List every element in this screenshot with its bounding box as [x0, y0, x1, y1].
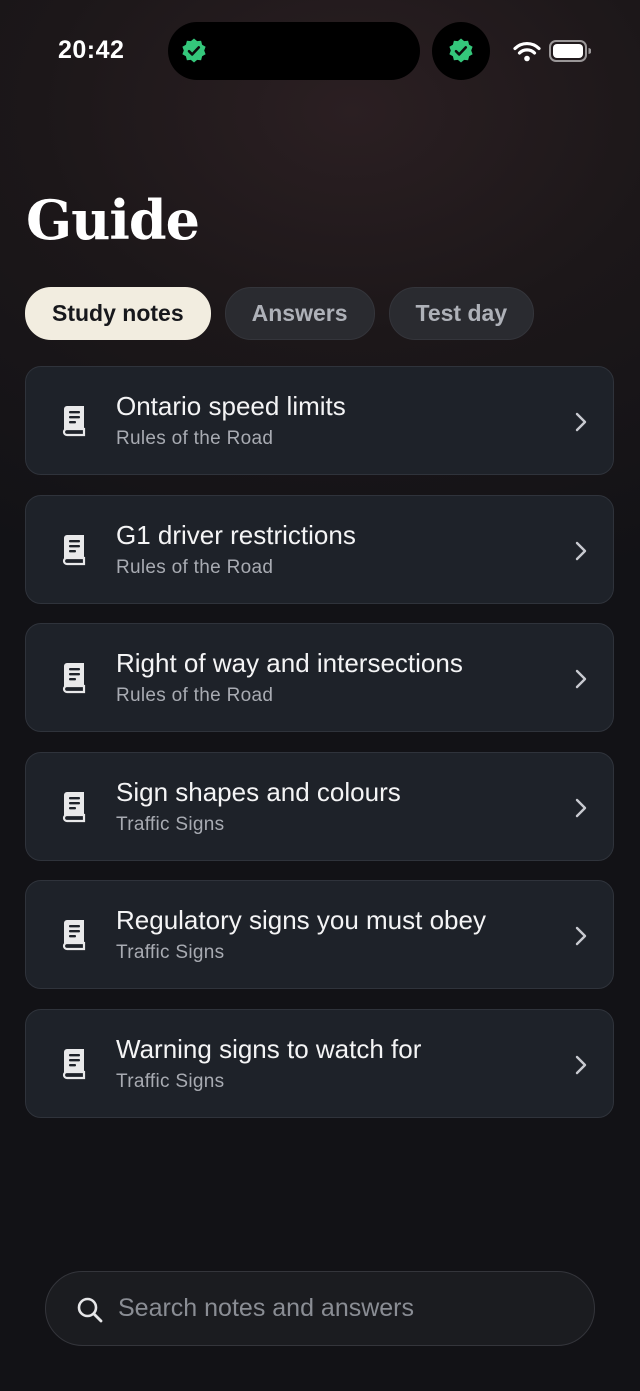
note-title: Ontario speed limits	[116, 391, 346, 421]
page-title: Guide	[26, 188, 200, 252]
note-title: Sign shapes and colours	[116, 776, 401, 807]
dynamic-island	[168, 22, 420, 80]
book-icon	[62, 534, 86, 565]
status-bar: 20:42	[0, 0, 640, 100]
dynamic-island-bubble	[432, 22, 490, 80]
book-icon	[62, 920, 86, 951]
segmented-tabs: Study notes Answers Test day	[25, 287, 535, 341]
tab-test-day[interactable]: Test day	[388, 287, 535, 340]
note-title: Warning signs to watch for	[116, 1033, 422, 1064]
tab-study-notes[interactable]: Study notes	[25, 287, 211, 340]
note-title: G1 driver restrictions	[116, 519, 356, 550]
book-icon	[62, 1048, 86, 1079]
wifi-icon	[513, 41, 541, 62]
note-card[interactable]: Sign shapes and colours Traffic Signs	[25, 751, 614, 861]
chevron-right-icon	[575, 412, 587, 432]
book-icon	[62, 791, 86, 822]
chevron-right-icon	[575, 926, 587, 946]
note-card[interactable]: Regulatory signs you must obey Traffic S…	[25, 880, 614, 989]
verified-badge-icon	[182, 38, 206, 63]
note-title: Right of way and intersections	[116, 648, 463, 678]
tab-answers[interactable]: Answers	[224, 287, 375, 340]
study-notes-list: Ontario speed limits Rules of the Road G…	[25, 366, 614, 1137]
chevron-right-icon	[575, 798, 587, 817]
note-card[interactable]: Ontario speed limits Rules of the Road	[25, 366, 614, 475]
note-category: Traffic Signs	[116, 942, 225, 963]
chevron-right-icon	[575, 541, 587, 560]
note-title: Regulatory signs you must obey	[116, 905, 486, 935]
note-card[interactable]: Warning signs to watch for Traffic Signs	[25, 1008, 614, 1118]
search-input[interactable]	[118, 1272, 578, 1345]
note-card[interactable]: Right of way and intersections Rules of …	[25, 623, 614, 732]
note-category: Traffic Signs	[116, 1070, 225, 1092]
note-category: Rules of the Road	[116, 428, 274, 449]
verified-badge-icon	[449, 38, 473, 63]
chevron-right-icon	[575, 669, 587, 689]
chevron-right-icon	[575, 1055, 587, 1074]
search-icon	[77, 1297, 103, 1323]
status-time: 20:42	[58, 36, 125, 64]
note-category: Rules of the Road	[116, 685, 274, 706]
search-bar[interactable]	[45, 1271, 595, 1346]
note-category: Traffic Signs	[116, 813, 225, 835]
battery-icon	[549, 40, 591, 62]
note-card[interactable]: G1 driver restrictions Rules of the Road	[25, 494, 614, 604]
book-icon	[62, 406, 86, 437]
note-category: Rules of the Road	[116, 556, 274, 578]
book-icon	[62, 663, 86, 694]
